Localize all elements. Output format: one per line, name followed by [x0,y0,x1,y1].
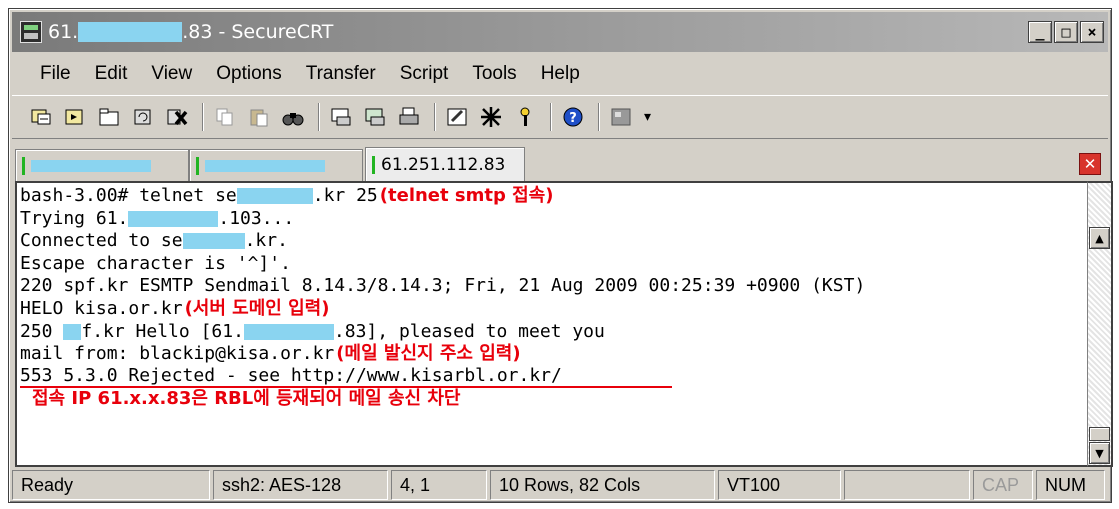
terminal-output[interactable]: bash-3.00# telnet se .kr 25 (telnet smtp 접… [15,181,1087,467]
redacted-text [243,323,334,340]
maximize-button[interactable]: □ [1054,21,1078,43]
status-terminal-size: 10 Rows, 82 Cols [490,470,715,500]
sftp-icon[interactable] [606,102,636,132]
redacted-tab-label [205,159,325,172]
annotation-note: (telnet smtp 접속) [379,185,554,206]
terminal-line: Escape character is '^]'. [20,252,291,274]
scroll-down-arrow-icon[interactable]: ▼ [1089,442,1110,464]
status-cursor-position: 4, 1 [391,470,487,500]
quick-connect-icon[interactable] [60,102,90,132]
toolbar-separator [598,103,600,131]
annotation-note: (메일 발신지 주소 입력) [336,343,521,365]
print-selection-icon[interactable] [360,102,390,132]
paste-icon[interactable] [244,102,274,132]
tab-label: 61.251.112.83 [381,154,506,175]
terminal-line: Connected to se .kr. [20,230,288,252]
scroll-up-arrow-icon[interactable]: ▲ [1089,227,1110,249]
terminal-line: bash-3.00# telnet se .kr 25 (telnet smtp 접… [20,185,554,206]
menu-bar: File Edit View Options Transfer Script T… [12,57,1108,91]
toolbar-separator [318,103,320,131]
terminal-line: HELO kisa.or.kr (서버 도메인 입력) [20,297,330,319]
menu-view[interactable]: View [139,63,204,85]
connection-status-icon [372,155,375,174]
menu-script[interactable]: Script [388,63,461,85]
copy-icon[interactable] [210,102,240,132]
redacted-ip-part [78,22,183,42]
connect-tab-icon[interactable] [94,102,124,132]
status-num-lock: NUM [1036,470,1105,500]
toolbar-separator [202,103,204,131]
status-bar: Ready ssh2: AES-128 4, 1 10 Rows, 82 Col… [12,470,1108,500]
minimize-button[interactable]: _ [1028,21,1052,43]
menu-help[interactable]: Help [529,63,592,85]
annotation-note: (서버 도메인 입력) [184,297,330,319]
menu-options[interactable]: Options [204,63,293,85]
title-bar[interactable]: 61. .83 - SecureCRT _ □ × [12,12,1108,52]
status-empty-panel [844,470,970,500]
toolbar-separator [434,103,436,131]
redacted-tab-label [31,159,151,172]
menu-file[interactable]: File [12,63,83,85]
close-button[interactable]: × [1080,21,1104,43]
annotation-caption: 접속 IP 61.x.x.83은 RBL에 등재되어 메일 송신 차단 [32,388,461,410]
session-tab-1[interactable] [15,149,189,181]
redacted-text [63,323,82,340]
terminal-line: Trying 61. .103... [20,207,295,229]
session-tab-2[interactable] [189,149,363,181]
session-tabs: 61.251.112.83 ✕ [15,147,1105,181]
vertical-scrollbar[interactable]: ▲ ▼ [1087,181,1113,467]
terminal-line: mail from: blackip@kisa.or.kr (메일 발신지 주소 … [20,343,521,365]
terminal-line: 250 f.kr Hello [61. .83], pleased to meet… [20,320,605,342]
menu-tools[interactable]: Tools [460,63,528,85]
terminal-line: 220 spf.kr ESMTP Sendmail 8.14.3/8.14.3;… [20,275,866,297]
redacted-text [128,210,219,227]
securecrt-app-icon[interactable] [20,21,42,43]
reconnect-icon[interactable] [128,102,158,132]
toolbar-overflow-chevron-icon[interactable]: ▾ [644,109,651,125]
session-options-icon[interactable] [442,102,472,132]
redacted-text [182,233,245,250]
help-icon[interactable]: ? [558,102,588,132]
svg-text:?: ? [569,111,577,126]
window-title: 61. .83 - SecureCRT [48,21,334,43]
menu-edit[interactable]: Edit [83,63,140,85]
status-emulation: VT100 [718,470,841,500]
securecrt-window: 61. .83 - SecureCRT _ □ × File Edit View… [8,8,1113,503]
keymap-icon[interactable] [510,102,540,132]
disconnect-icon[interactable] [162,102,192,132]
status-caps-lock: CAP [973,470,1033,500]
status-ready: Ready [12,470,210,500]
connect-icon[interactable] [26,102,56,132]
global-options-icon[interactable] [476,102,506,132]
status-cipher: ssh2: AES-128 [213,470,388,500]
close-tab-button[interactable]: ✕ [1079,153,1101,175]
connection-status-icon [22,156,25,175]
window-controls: _ □ × [1028,21,1104,43]
print-icon[interactable] [394,102,424,132]
print-screen-icon[interactable] [326,102,356,132]
toolbar-separator [550,103,552,131]
menu-transfer[interactable]: Transfer [294,63,388,85]
terminal-line: 553 5.3.0 Rejected - see http://www.kisa… [20,365,672,389]
toolbar: ? ▾ [12,95,1108,139]
connection-status-icon [196,156,199,175]
redacted-text [236,188,313,205]
scrollbar-thumb[interactable] [1089,427,1110,441]
find-icon[interactable] [278,102,308,132]
session-tab-active[interactable]: 61.251.112.83 [365,147,525,181]
